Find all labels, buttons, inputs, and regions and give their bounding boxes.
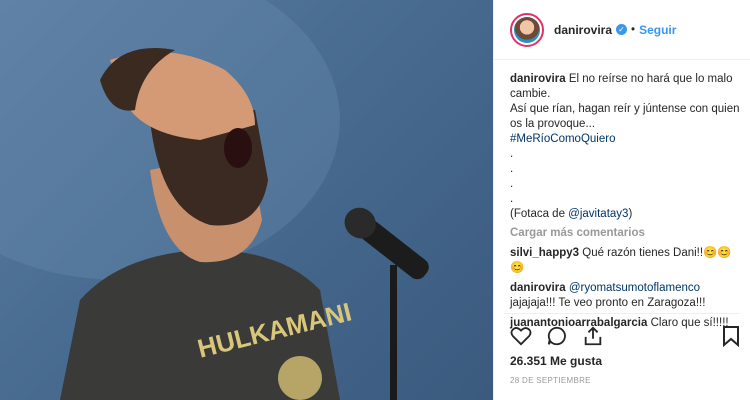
caption-dot: . — [510, 178, 514, 190]
microphone — [344, 207, 429, 280]
heart-icon[interactable] — [510, 326, 532, 349]
header-username[interactable]: danirovira — [554, 23, 612, 37]
credit-mention[interactable]: @javitatay3 — [568, 208, 628, 220]
caption-dot: . — [510, 148, 514, 160]
caption: danirovira El no reírse no hará que lo m… — [510, 72, 740, 222]
divider — [504, 313, 740, 314]
avatar[interactable] — [510, 12, 544, 47]
bookmark-icon[interactable] — [722, 325, 740, 350]
post-side-panel: danirovira ✓ • Seguir danirovira El no r… — [493, 0, 750, 400]
comment-icon[interactable] — [546, 325, 568, 350]
avatar-image — [514, 16, 540, 43]
caption-line2: Así que rían, hagan reír y júntense con … — [510, 103, 740, 130]
caption-username[interactable]: danirovira — [510, 73, 566, 85]
comment-username[interactable]: danirovira — [510, 282, 566, 294]
comment: silvi_happy3 Qué razón tienes Dani!!😊😊😊 — [510, 246, 740, 276]
comment-text: jajajaja!!! Te veo pronto en Zaragoza!!! — [510, 297, 706, 309]
comment-mention[interactable]: @ryomatsumotoflamenco — [569, 282, 700, 294]
credit-suffix: ) — [628, 208, 633, 220]
instagram-post: HULKAMANI danirovira ✓ • Seguir danirovi… — [0, 0, 750, 400]
post-header: danirovira ✓ • Seguir — [494, 0, 750, 60]
credit-prefix: (Fotaca de — [510, 208, 569, 220]
likes-count[interactable]: 26.351 Me gusta — [510, 354, 602, 368]
comment: danirovira @ryomatsumotoflamenco jajajaj… — [510, 281, 740, 311]
share-icon[interactable] — [582, 325, 604, 350]
mic-stand — [390, 265, 397, 400]
caption-dot: . — [510, 193, 514, 205]
post-photo[interactable]: HULKAMANI — [0, 0, 493, 400]
action-bar — [510, 325, 618, 350]
open-mouth — [224, 128, 252, 168]
caption-hashtag[interactable]: #MeRíoComoQuiero — [510, 132, 740, 147]
separator-dot: • — [631, 23, 636, 36]
caption-credit: (Fotaca de @javitatay3) — [510, 207, 740, 222]
follow-button[interactable]: Seguir — [639, 23, 676, 37]
comment-username[interactable]: silvi_happy3 — [510, 247, 579, 259]
photo-illustration: HULKAMANI — [0, 0, 429, 400]
comments-section: danirovira El no reírse no hará que lo m… — [494, 60, 750, 331]
post-date[interactable]: 28 DE SEPTIEMBRE — [510, 376, 591, 385]
comment-text: Claro que sí!!!!! — [650, 317, 729, 329]
load-more-comments-button[interactable]: Cargar más comentarios — [510, 226, 740, 241]
caption-dot: . — [510, 163, 514, 175]
verified-badge-icon: ✓ — [616, 24, 628, 35]
